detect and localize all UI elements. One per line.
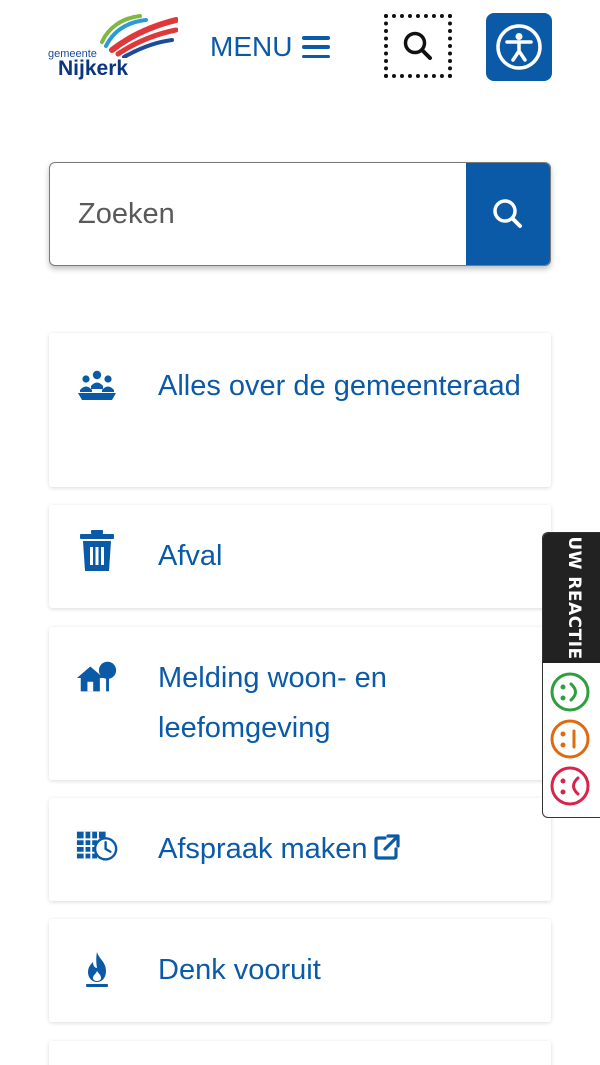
logo-swoosh-icon bbox=[100, 14, 178, 58]
people-group-icon bbox=[75, 365, 119, 405]
fire-icon bbox=[75, 949, 119, 989]
card-partial[interactable] bbox=[49, 1041, 551, 1065]
feedback-tab[interactable]: UW REACTIE bbox=[542, 532, 600, 818]
card-label: Afval bbox=[158, 540, 223, 572]
menu-button[interactable]: MENU bbox=[210, 26, 331, 68]
search-submit-button[interactable] bbox=[466, 163, 550, 265]
card-gemeenteraad[interactable]: Alles over de gemeenteraad bbox=[49, 333, 551, 487]
card-afval[interactable]: Afval bbox=[49, 505, 551, 608]
card-label: Denk vooruit bbox=[158, 954, 321, 986]
accessibility-icon bbox=[496, 24, 542, 70]
card-label-text: Afspraak maken bbox=[158, 833, 368, 865]
card-label: Alles over de gemeenteraad bbox=[158, 370, 521, 402]
card-melding[interactable]: Melding woon- en leefomgeving bbox=[49, 627, 551, 780]
search-bar bbox=[49, 162, 551, 266]
calendar-clock-icon bbox=[75, 826, 119, 866]
search-toggle-button[interactable] bbox=[384, 14, 452, 78]
menu-label: MENU bbox=[210, 31, 293, 62]
card-denk-vooruit[interactable]: Denk vooruit bbox=[49, 919, 551, 1022]
card-afspraak[interactable]: Afspraak maken bbox=[49, 798, 551, 901]
house-tree-icon bbox=[75, 657, 119, 697]
hamburger-icon bbox=[302, 36, 331, 58]
card-label: Melding woon- en leefomgeving bbox=[158, 662, 387, 744]
site-header: gemeente Nijkerk MENU bbox=[0, 0, 600, 100]
external-link-icon bbox=[373, 834, 400, 860]
search-input[interactable] bbox=[50, 163, 466, 265]
search-icon bbox=[403, 31, 432, 60]
neutral-smiley-icon[interactable] bbox=[549, 718, 591, 760]
logo[interactable]: gemeente Nijkerk bbox=[44, 8, 184, 88]
happy-smiley-icon[interactable] bbox=[549, 671, 591, 713]
accessibility-button[interactable] bbox=[486, 13, 552, 81]
card-label: Afspraak maken bbox=[158, 824, 521, 874]
trash-icon bbox=[75, 530, 119, 571]
logo-big-text: Nijkerk bbox=[58, 57, 129, 80]
feedback-title: UW REACTIE bbox=[543, 533, 600, 663]
feedback-title-text: UW REACTIE bbox=[563, 536, 584, 660]
search-icon bbox=[493, 199, 522, 228]
page: gemeente Nijkerk MENU Zoeken Alles over … bbox=[0, 0, 600, 1065]
sad-smiley-icon[interactable] bbox=[549, 765, 591, 807]
